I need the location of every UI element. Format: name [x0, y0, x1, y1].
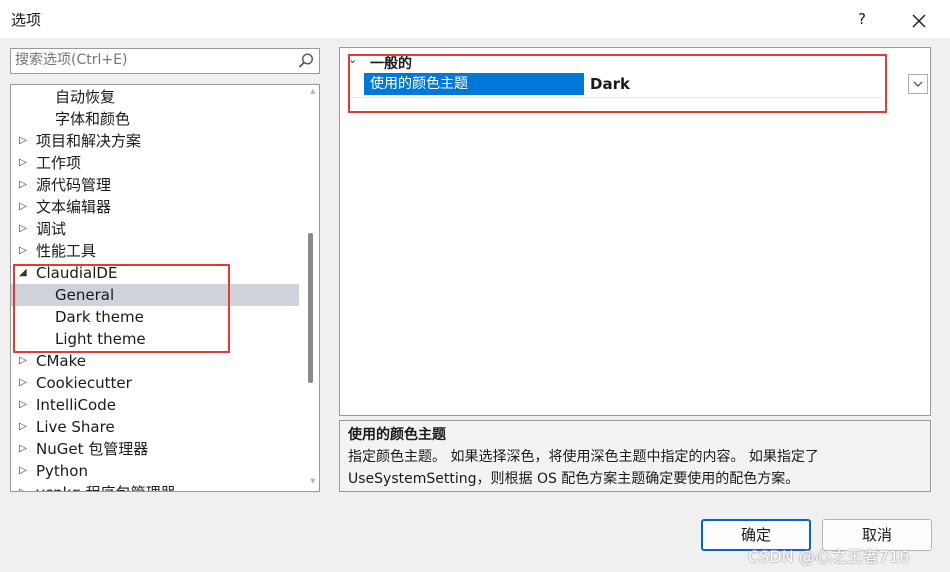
search-icon[interactable]: [297, 52, 315, 70]
tree-item[interactable]: Light theme: [11, 328, 299, 350]
tree-item[interactable]: ▷ CMake: [11, 350, 299, 372]
tree-item-label: NuGet 包管理器: [36, 440, 149, 458]
expand-triangle-icon[interactable]: ▷: [19, 460, 31, 482]
tree-item-label: 文本编辑器: [36, 198, 112, 216]
tree-item-label: 调试: [36, 220, 67, 238]
tree-item[interactable]: ▷ Live Share: [11, 416, 299, 438]
tree-item-label: Cookiecutter: [36, 374, 132, 392]
chevron-down-icon: [913, 81, 923, 87]
tree-item[interactable]: 自动恢复: [11, 86, 299, 108]
scroll-down-icon[interactable]: ▼: [307, 477, 319, 487]
search-box[interactable]: [10, 48, 320, 74]
expand-triangle-icon[interactable]: ▷: [19, 152, 31, 174]
expand-triangle-icon[interactable]: ▷: [19, 416, 31, 438]
close-button[interactable]: [902, 3, 936, 35]
options-tree[interactable]: ▷ vcpkg 程序包管理器 ▷ Python ▷ NuGet 包管理器 ▷ Live Sha…: [10, 84, 320, 492]
tree-item-label: General: [55, 286, 115, 304]
tree-item-label: 性能工具: [36, 242, 97, 260]
expand-triangle-icon[interactable]: ▷: [19, 130, 31, 152]
tree-item[interactable]: ▷ 性能工具: [11, 240, 299, 262]
tree-item-label: IntelliCode: [36, 396, 116, 414]
search-input[interactable]: [15, 52, 285, 68]
tree-item-label: 字体和颜色: [55, 110, 131, 128]
row-divider: [352, 97, 882, 98]
tree-item[interactable]: ▷ 工作项: [11, 152, 299, 174]
tree-item-label: Python: [36, 462, 88, 480]
tree-item[interactable]: ▷ 文本编辑器: [11, 196, 299, 218]
tree-item-label: 源代码管理: [36, 176, 112, 194]
category-label: 一般的: [370, 56, 412, 72]
tree-item[interactable]: ◢ ClaudialDE: [11, 262, 299, 284]
scroll-up-icon[interactable]: ▲: [307, 87, 319, 97]
tree-item-label: vcpkg 程序包管理器: [36, 482, 176, 491]
tree-item-label: Live Share: [36, 418, 115, 436]
tree-scroll-thumb[interactable]: [308, 233, 313, 383]
expand-triangle-icon[interactable]: ▷: [19, 240, 31, 262]
tree-item[interactable]: 字体和颜色: [11, 108, 299, 130]
property-grid: ⌄ 一般的 使用的颜色主题 Dark: [339, 47, 931, 416]
tree-item-label: ClaudialDE: [36, 264, 118, 282]
tree-item[interactable]: ▷ NuGet 包管理器: [11, 438, 299, 460]
tree-item-label: 项目和解决方案: [36, 132, 142, 150]
description-title: 使用的颜色主题: [348, 427, 446, 443]
expand-triangle-icon[interactable]: ▷: [19, 174, 31, 196]
tree-item[interactable]: ▷ 调试: [11, 218, 299, 240]
description-panel: 使用的颜色主题 指定颜色主题。 如果选择深色，将使用深色主题中指定的内容。 如果…: [339, 420, 931, 492]
property-value[interactable]: Dark: [588, 73, 886, 95]
expand-triangle-icon[interactable]: ▷: [19, 438, 31, 460]
title-bar: 选项 ?: [0, 0, 950, 38]
category-row[interactable]: ⌄ 一般的: [340, 52, 930, 72]
expand-triangle-icon[interactable]: ▷: [19, 350, 31, 372]
tree-item[interactable]: ▷ Python: [11, 460, 299, 482]
expand-triangle-icon[interactable]: ▷: [19, 482, 31, 491]
tree-item[interactable]: ▷ Cookiecutter: [11, 372, 299, 394]
description-text: 指定颜色主题。 如果选择深色，将使用深色主题中指定的内容。 如果指定了 UseS…: [348, 449, 819, 487]
close-icon: [912, 13, 926, 28]
chevron-down-icon[interactable]: ⌄: [348, 53, 357, 66]
tree-item[interactable]: ▷ 源代码管理: [11, 174, 299, 196]
tree-item-label: 自动恢复: [55, 88, 116, 106]
tree-item[interactable]: ▷ vcpkg 程序包管理器: [11, 482, 299, 491]
tree-item-label: CMake: [36, 352, 86, 370]
tree-item[interactable]: ▷ IntelliCode: [11, 394, 299, 416]
help-button[interactable]: ?: [850, 6, 874, 32]
expand-triangle-icon[interactable]: ▷: [19, 218, 31, 240]
expanded-triangle-icon[interactable]: ◢: [19, 262, 31, 284]
expand-triangle-icon[interactable]: ▷: [19, 372, 31, 394]
property-row[interactable]: 使用的颜色主题 Dark: [364, 73, 884, 95]
tree-item-label: 工作项: [36, 154, 82, 172]
expand-triangle-icon[interactable]: ▷: [19, 394, 31, 416]
watermark: CSDN @心之王者716: [748, 547, 910, 566]
tree-item-label: Dark theme: [55, 308, 144, 326]
tree-item[interactable]: General: [11, 284, 299, 306]
window-title: 选项: [11, 11, 42, 29]
value-dropdown-button[interactable]: [908, 74, 928, 94]
tree-item-label: Light theme: [55, 330, 146, 348]
tree-item[interactable]: Dark theme: [11, 306, 299, 328]
property-name[interactable]: 使用的颜色主题: [364, 73, 584, 95]
expand-triangle-icon[interactable]: ▷: [19, 196, 31, 218]
tree-item[interactable]: ▷ 项目和解决方案: [11, 130, 299, 152]
